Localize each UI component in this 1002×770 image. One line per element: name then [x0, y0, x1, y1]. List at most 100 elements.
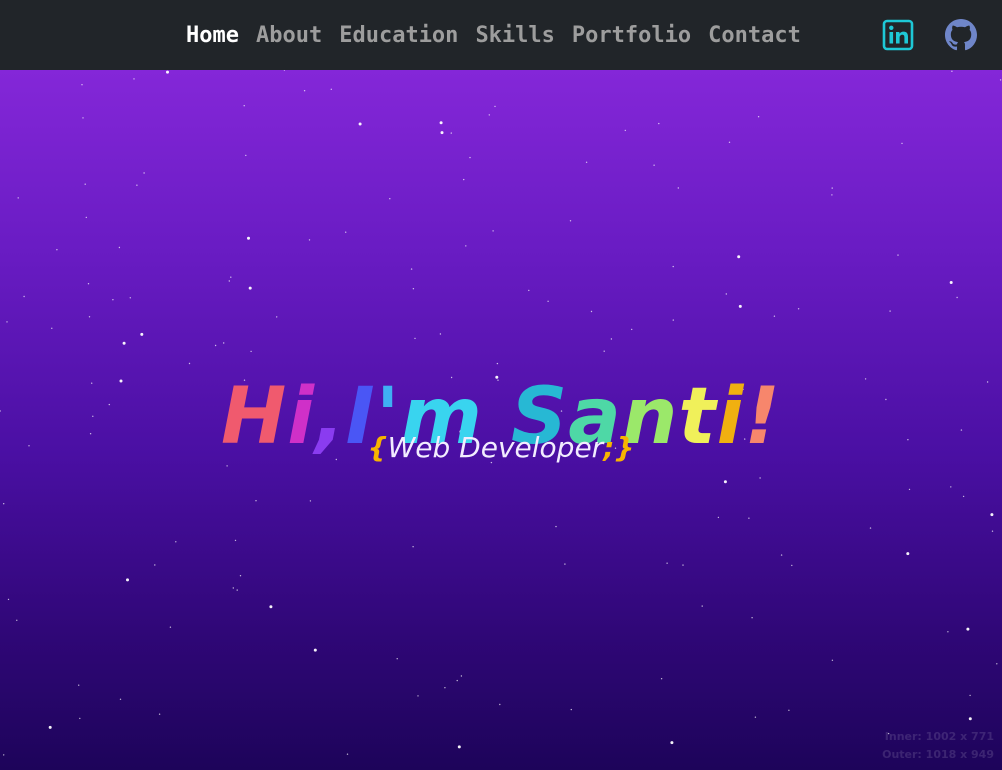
star	[245, 154, 247, 157]
star	[773, 315, 776, 317]
star	[677, 187, 679, 189]
star	[169, 626, 172, 628]
star	[908, 488, 911, 491]
star	[996, 663, 998, 665]
role-text: Web Developer	[387, 431, 604, 464]
star	[499, 703, 501, 706]
star	[247, 236, 250, 240]
star	[585, 161, 588, 163]
hero-section: Hi,I'm Santi! {Web Developer;} Inner: 10…	[0, 70, 1002, 770]
star	[951, 70, 953, 72]
star	[701, 605, 703, 607]
star	[738, 304, 742, 308]
star	[17, 197, 19, 199]
star	[658, 122, 660, 125]
star	[78, 684, 80, 686]
star	[670, 741, 674, 745]
nav-link-education[interactable]: Education	[339, 23, 458, 48]
linkedin-icon[interactable]	[882, 19, 914, 51]
star	[56, 249, 58, 251]
star	[234, 539, 237, 542]
star	[228, 280, 230, 282]
star	[463, 178, 465, 181]
close-brace: }	[614, 431, 635, 464]
star	[528, 289, 530, 292]
star	[439, 333, 442, 335]
star	[414, 337, 416, 340]
star	[780, 554, 783, 556]
star	[232, 587, 234, 589]
star	[236, 589, 238, 591]
star	[79, 717, 81, 720]
star	[569, 220, 572, 222]
star	[999, 79, 1002, 81]
hero-subtitle: {Web Developer;}	[0, 428, 1002, 468]
star	[3, 754, 5, 756]
star	[143, 172, 145, 174]
star	[412, 546, 414, 548]
star	[496, 362, 499, 365]
star	[158, 713, 161, 715]
star	[737, 255, 741, 259]
star	[330, 88, 332, 90]
star	[88, 316, 91, 318]
star	[570, 708, 572, 711]
star	[759, 477, 761, 479]
star	[791, 564, 793, 567]
star	[610, 338, 613, 340]
star	[283, 70, 286, 71]
star	[166, 70, 169, 74]
semicolon: ;	[603, 431, 615, 464]
star	[303, 90, 306, 92]
star	[243, 105, 245, 107]
outer-size-text: Outer: 1018 x 949	[882, 748, 994, 761]
star	[889, 310, 891, 312]
star	[906, 552, 910, 556]
star	[748, 517, 750, 519]
star	[175, 541, 177, 543]
star	[7, 598, 10, 601]
star	[956, 296, 958, 299]
nav-link-home[interactable]: Home	[186, 23, 239, 48]
github-icon[interactable]	[945, 19, 977, 51]
star	[831, 194, 833, 196]
star	[672, 319, 674, 321]
nav-link-skills[interactable]: Skills	[475, 23, 554, 48]
star	[788, 709, 790, 711]
nav-link-about[interactable]: About	[256, 23, 322, 48]
star	[653, 164, 655, 166]
star	[869, 527, 872, 529]
star	[396, 658, 398, 660]
star	[947, 631, 949, 633]
star	[725, 293, 727, 295]
star	[949, 281, 953, 284]
star	[991, 530, 994, 532]
star	[346, 753, 349, 755]
star	[308, 239, 311, 241]
star	[129, 297, 131, 299]
star	[358, 122, 362, 126]
star	[547, 300, 549, 302]
star	[831, 187, 833, 189]
star	[590, 310, 593, 313]
star	[439, 121, 443, 125]
star	[717, 516, 720, 519]
window-size-overlay: Inner: 1002 x 771 Outer: 1018 x 949	[882, 728, 994, 764]
star	[250, 350, 252, 353]
star	[16, 619, 18, 621]
nav-link-portfolio[interactable]: Portfolio	[572, 23, 691, 48]
star	[901, 142, 903, 145]
star	[831, 659, 834, 661]
star	[313, 648, 317, 652]
star	[990, 513, 994, 517]
nav-link-contact[interactable]: Contact	[708, 23, 801, 48]
star	[440, 131, 444, 135]
star	[48, 725, 52, 729]
star	[444, 687, 446, 689]
star	[728, 141, 731, 143]
star	[230, 276, 232, 278]
star	[660, 678, 663, 680]
star	[23, 295, 25, 298]
star	[136, 184, 138, 186]
star	[51, 327, 53, 329]
